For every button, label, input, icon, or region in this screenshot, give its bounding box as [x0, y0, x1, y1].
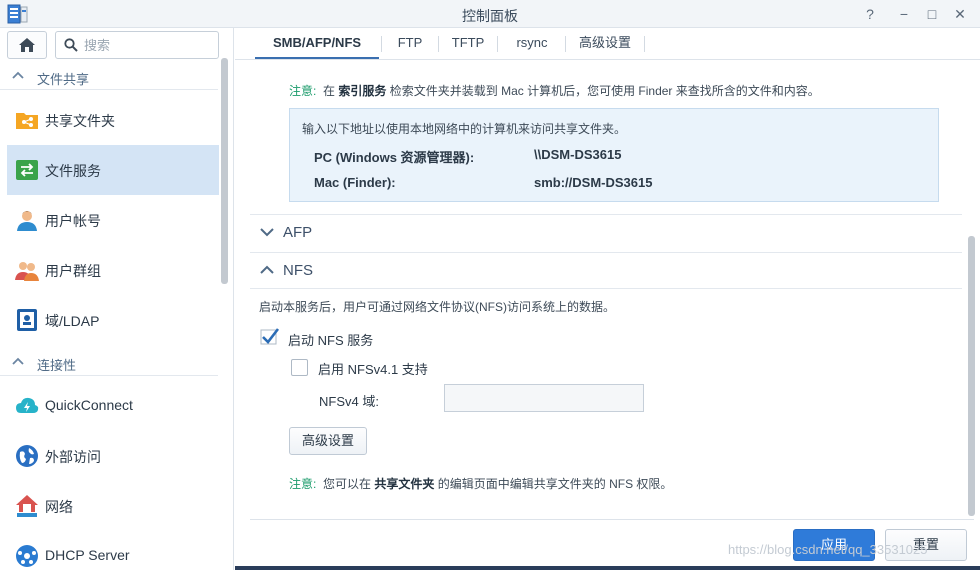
enable-nfsv41-checkbox[interactable] — [291, 359, 308, 376]
search-icon — [64, 38, 78, 52]
nav-item-user-group[interactable]: 用户群组 — [7, 245, 219, 295]
note-text: 检索文件夹并装载到 Mac 计算机后，您可使用 Finder 来查找所含的文件和… — [389, 84, 820, 98]
checkmark-icon — [260, 328, 280, 345]
afp-section-header[interactable]: AFP — [250, 214, 962, 250]
nfs-section-header[interactable]: NFS — [250, 252, 962, 288]
nfs-permission-note: 注意: 您可以在 共享文件夹 的编辑页面中编辑共享文件夹的 NFS 权限。 — [289, 475, 672, 492]
network-icon — [16, 495, 38, 517]
taskbar-strip — [235, 566, 980, 570]
user-icon — [17, 211, 37, 231]
home-icon — [19, 38, 35, 52]
tab-ftp[interactable]: FTP — [385, 28, 435, 59]
group-icon — [15, 262, 39, 281]
note-prefix: 注意: — [289, 477, 317, 491]
nav-item-external-access[interactable]: 外部访问 — [7, 431, 219, 481]
nav-item-label: 共享文件夹 — [45, 113, 115, 129]
nav-item-domain-ldap[interactable]: 域/LDAP — [7, 295, 219, 345]
search-input[interactable] — [84, 36, 214, 54]
nav-item-label: 域/LDAP — [45, 313, 100, 329]
note-text: 您可以在 — [323, 477, 372, 491]
enable-nfs-checkbox[interactable] — [260, 328, 280, 346]
minimize-icon[interactable]: − — [894, 4, 914, 24]
tab-divider — [381, 36, 382, 52]
footer-divider — [250, 519, 974, 520]
window-titlebar: 控制面板 ? − □ ✕ — [0, 0, 980, 28]
tab-divider — [438, 36, 439, 52]
nav-item-label: 用户群组 — [45, 263, 101, 279]
chevron-down-icon — [260, 228, 274, 237]
section-connectivity[interactable]: 连接性 — [0, 348, 218, 376]
main-content: 注意: 在 索引服务 检索文件夹并装载到 Mac 计算机后，您可使用 Finde… — [235, 60, 980, 570]
pc-address-label: PC (Windows 资源管理器): — [314, 150, 475, 165]
nav-item-quickconnect[interactable]: QuickConnect — [7, 381, 219, 431]
shared-folder-link[interactable]: 共享文件夹 — [374, 477, 434, 491]
nav-item-label: 文件服务 — [45, 163, 101, 179]
nav-item-label: QuickConnect — [45, 397, 133, 413]
nav-item-label: 网络 — [45, 499, 73, 515]
nav-item-label: 外部访问 — [45, 449, 101, 465]
nav-item-label: DHCP Server — [45, 547, 130, 563]
nav-item-dhcp-server[interactable]: DHCP Server — [7, 531, 219, 570]
tab-rsync[interactable]: rsync — [501, 28, 563, 59]
external-access-icon — [16, 445, 38, 467]
nfsv4-domain-input[interactable] — [444, 384, 644, 412]
tab-divider — [497, 36, 498, 52]
content-scrollbar[interactable] — [968, 236, 975, 516]
tab-smb-afp-nfs[interactable]: SMB/AFP/NFS — [255, 28, 379, 59]
watermark: https://blog.csdn.net/qq_33531025 — [728, 542, 928, 557]
indexing-service-link[interactable]: 索引服务 — [338, 84, 386, 98]
window-title: 控制面板 — [462, 8, 518, 24]
smb-index-note: 注意: 在 索引服务 检索文件夹并装载到 Mac 计算机后，您可使用 Finde… — [289, 82, 820, 99]
mac-address-label: Mac (Finder): — [314, 175, 396, 190]
chevron-up-icon — [260, 265, 274, 274]
tab-advanced-settings[interactable]: 高级设置 — [569, 28, 641, 59]
nfsv4-domain-label: NFSv4 域: — [319, 394, 379, 409]
sidebar: 文件共享 共享文件夹 文件服务 用户帐号 用户群组 — [0, 28, 234, 570]
nfs-description: 启动本服务后，用户可通过网络文件协议(NFS)访问系统上的数据。 — [259, 300, 615, 314]
chevron-up-icon — [12, 71, 24, 79]
section-label: 连接性 — [37, 358, 77, 373]
section-file-sharing[interactable]: 文件共享 — [0, 62, 218, 90]
help-icon[interactable]: ? — [860, 4, 880, 24]
shared-folder-icon — [16, 113, 38, 129]
note-text: 在 — [323, 84, 336, 98]
nfs-advanced-settings-button[interactable]: 高级设置 — [289, 427, 367, 455]
section-label: 文件共享 — [37, 72, 90, 87]
tab-divider — [565, 36, 566, 52]
nav-item-user-account[interactable]: 用户帐号 — [7, 195, 219, 245]
smb-address-info-box: 输入以下地址以使用本地网络中的计算机来访问共享文件夹。 PC (Windows … — [289, 108, 939, 202]
mac-address-value: smb://DSM-DS3615 — [534, 175, 653, 190]
nav-item-shared-folder[interactable]: 共享文件夹 — [7, 95, 219, 145]
enable-nfs-label: 启动 NFS 服务 — [288, 333, 374, 348]
file-services-icon — [16, 160, 38, 180]
nfs-title: NFS — [283, 262, 313, 279]
tab-tftp[interactable]: TFTP — [442, 28, 494, 59]
sidebar-scrollbar[interactable] — [221, 58, 228, 284]
chevron-up-icon — [12, 357, 24, 365]
afp-title: AFP — [283, 224, 313, 241]
divider — [250, 288, 962, 289]
pc-address-value: \\DSM-DS3615 — [534, 147, 622, 162]
quickconnect-icon — [16, 397, 39, 413]
close-icon[interactable]: ✕ — [950, 4, 970, 24]
home-button[interactable] — [7, 31, 47, 59]
info-intro: 输入以下地址以使用本地网络中的计算机来访问共享文件夹。 — [302, 122, 627, 136]
nav-item-file-services[interactable]: 文件服务 — [7, 145, 219, 195]
note-prefix: 注意: — [289, 84, 317, 98]
nav-item-network[interactable]: 网络 — [7, 481, 219, 531]
search-field[interactable] — [55, 31, 219, 59]
note-text: 的编辑页面中编辑共享文件夹的 NFS 权限。 — [437, 477, 673, 491]
enable-nfsv41-label: 启用 NFSv4.1 支持 — [318, 362, 428, 377]
dhcp-server-icon — [16, 545, 38, 567]
maximize-icon[interactable]: □ — [922, 4, 942, 24]
tab-divider — [644, 36, 645, 52]
tab-bar: SMB/AFP/NFS FTP TFTP rsync 高级设置 — [235, 28, 980, 60]
domain-ldap-icon — [17, 309, 37, 331]
nav-item-label: 用户帐号 — [45, 213, 101, 229]
